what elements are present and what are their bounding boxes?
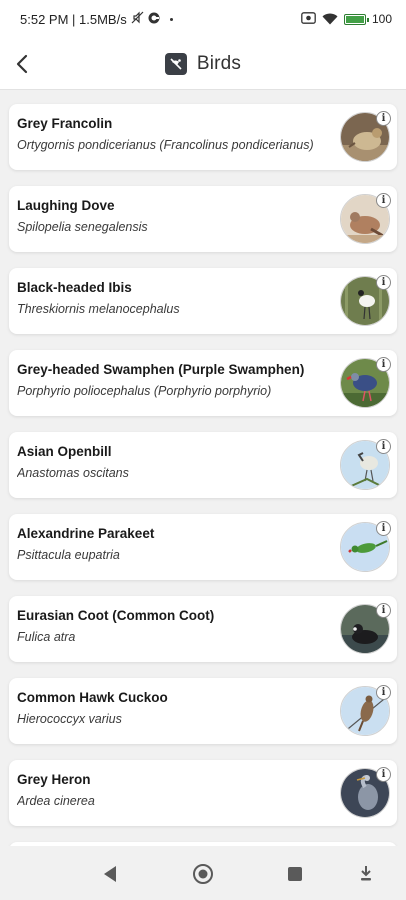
bird-scientific-name: Threskiornis melanocephalus: [17, 302, 180, 316]
nav-recents-button[interactable]: [281, 860, 309, 888]
app-bar: Birds: [0, 38, 406, 90]
info-icon[interactable]: i: [376, 357, 391, 372]
bird-card[interactable]: Laughing Dove Spilopelia senegalensis i: [9, 186, 397, 252]
bird-scientific-name: Ardea cinerea: [17, 794, 95, 808]
bird-name: Grey-headed Swamphen (Purple Swamphen): [17, 362, 305, 377]
bird-name: Alexandrine Parakeet: [17, 526, 155, 541]
bird-card[interactable]: Alexandrine Parakeet Psittacula eupatria…: [9, 514, 397, 580]
bird-card[interactable]: Grey-headed Swamphen (Purple Swamphen) P…: [9, 350, 397, 416]
wifi-icon: [322, 13, 338, 25]
triangle-back-icon: [104, 866, 116, 882]
bird-card[interactable]: Black-headed Ibis Threskiornis melanocep…: [9, 268, 397, 334]
bird-name: Grey Francolin: [17, 116, 113, 131]
info-icon[interactable]: i: [376, 193, 391, 208]
download-arrow-icon: [361, 866, 371, 881]
info-icon[interactable]: i: [376, 111, 391, 126]
bird-scientific-name: Porphyrio poliocephalus (Porphyrio porph…: [17, 384, 272, 398]
system-nav-bar: [0, 846, 406, 900]
status-time: 5:52 PM | 1.5MB/s: [20, 11, 127, 27]
bird-scientific-name: Anastomas oscitans: [17, 466, 129, 480]
bird-card[interactable]: Grey Heron Ardea cinerea i: [9, 760, 397, 826]
nav-menu-button[interactable]: [352, 860, 380, 888]
page-title: Birds: [196, 53, 242, 74]
bird-scientific-name: Psittacula eupatria: [17, 548, 120, 562]
nav-home-button[interactable]: [189, 860, 217, 888]
info-icon[interactable]: i: [376, 275, 391, 290]
bird-category-icon: [164, 53, 187, 75]
chevron-left-icon: [16, 54, 28, 73]
bird-name: Black-headed Ibis: [17, 280, 132, 295]
circle-home-icon: [193, 864, 213, 884]
bird-name: Common Hawk Cuckoo: [17, 690, 168, 705]
info-icon[interactable]: i: [376, 603, 391, 618]
battery-level: 100: [371, 12, 392, 26]
screen-record-icon: [301, 11, 316, 27]
bird-scientific-name: Hierococcyx varius: [17, 712, 122, 726]
info-icon[interactable]: i: [376, 521, 391, 536]
notification-dot-icon: [169, 17, 173, 21]
square-recents-icon: [288, 867, 302, 881]
back-button[interactable]: [2, 38, 42, 90]
bird-name: Eurasian Coot (Common Coot): [17, 608, 215, 623]
app-notification-icon: [148, 12, 160, 27]
bird-name: Grey Heron: [17, 772, 91, 787]
info-icon[interactable]: i: [376, 685, 391, 700]
bird-name: Laughing Dove: [17, 198, 115, 213]
bird-list: Grey Francolin Ortygornis pondicerianus …: [9, 104, 397, 872]
bird-scientific-name: Ortygornis pondicerianus (Francolinus po…: [17, 138, 314, 152]
bird-card[interactable]: Grey Francolin Ortygornis pondicerianus …: [9, 104, 397, 170]
mute-icon: [131, 11, 144, 27]
bird-scientific-name: Spilopelia senegalensis: [17, 220, 148, 234]
bird-scientific-name: Fulica atra: [17, 630, 76, 644]
info-icon[interactable]: i: [376, 439, 391, 454]
status-bar: 5:52 PM | 1.5MB/s 100: [0, 0, 406, 38]
bird-name: Asian Openbill: [17, 444, 112, 459]
bird-card[interactable]: Common Hawk Cuckoo Hierococcyx varius i: [9, 678, 397, 744]
info-icon[interactable]: i: [376, 767, 391, 782]
nav-back-button[interactable]: [96, 860, 124, 888]
bird-card[interactable]: Asian Openbill Anastomas oscitans i: [9, 432, 397, 498]
battery-icon: [343, 13, 369, 25]
bird-card[interactable]: Eurasian Coot (Common Coot) Fulica atra …: [9, 596, 397, 662]
